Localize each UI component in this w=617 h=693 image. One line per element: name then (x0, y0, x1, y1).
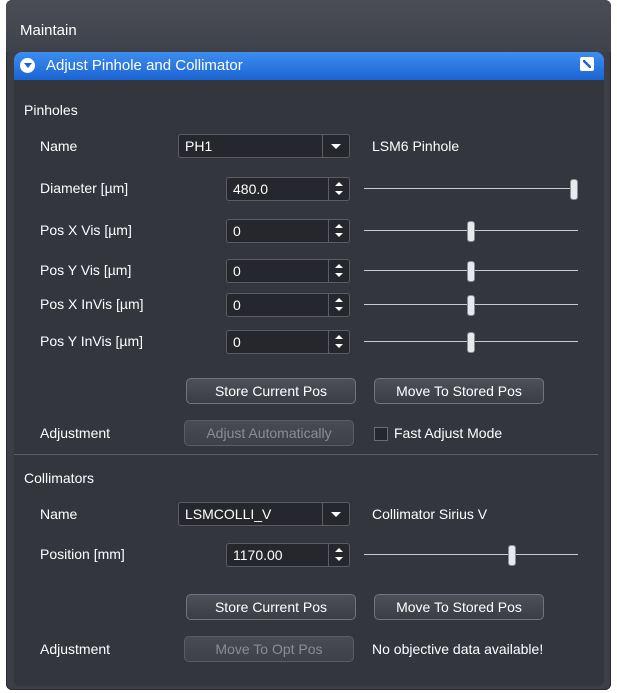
pinhole-adjustment-label: Adjustment (40, 425, 111, 441)
pos-y-vis-value: 0 (233, 263, 241, 279)
position-label: Position [mm] (40, 546, 125, 562)
spin-arrows-icon[interactable] (328, 178, 349, 200)
section-title: Adjust Pinhole and Collimator (46, 57, 243, 74)
slider-handle[interactable] (467, 332, 475, 353)
adjust-automatically-button[interactable]: Adjust Automatically (184, 420, 354, 446)
pos-y-invis-spinbox[interactable]: 0 (226, 330, 350, 354)
collimator-adjustment-label: Adjustment (40, 641, 111, 657)
pos-y-invis-value: 0 (233, 334, 241, 350)
pinhole-name-label: Name (40, 138, 78, 154)
status-message: No objective data available! (372, 641, 544, 657)
pinhole-store-current-pos-button[interactable]: Store Current Pos (186, 378, 356, 404)
diameter-spinbox[interactable]: 480.0 (226, 177, 350, 201)
popout-icon[interactable] (580, 57, 594, 71)
pinhole-name-dropdown[interactable]: PH1 (178, 134, 350, 158)
slider-handle[interactable] (570, 179, 578, 200)
pos-y-vis-label: Pos Y Vis [µm] (40, 262, 132, 278)
slider-handle[interactable] (467, 261, 475, 282)
pos-x-invis-slider[interactable] (364, 294, 578, 316)
collimator-store-current-pos-button[interactable]: Store Current Pos (186, 594, 356, 620)
pos-x-vis-value: 0 (233, 223, 241, 239)
position-value: 1170.00 (233, 547, 283, 563)
pos-x-vis-slider[interactable] (364, 220, 578, 242)
chevron-down-icon (322, 503, 349, 525)
panel-title: Maintain (20, 22, 77, 39)
pos-x-invis-value: 0 (233, 297, 241, 313)
move-to-opt-pos-button[interactable]: Move To Opt Pos (184, 636, 354, 662)
diameter-slider[interactable] (364, 178, 578, 200)
pos-y-invis-label: Pos Y InVis [µm] (40, 333, 144, 349)
slider-handle[interactable] (508, 545, 516, 566)
spin-arrows-icon[interactable] (328, 294, 349, 316)
chevron-down-icon (322, 135, 349, 157)
collimator-name-value: LSMCOLLI_V (185, 506, 272, 522)
pos-y-vis-slider[interactable] (364, 260, 578, 282)
diameter-label: Diameter [µm] (40, 180, 129, 196)
maintain-panel: Maintain Adjust Pinhole and Collimator P… (6, 0, 611, 690)
fast-adjust-label: Fast Adjust Mode (394, 425, 503, 441)
pos-x-vis-label: Pos X Vis [µm] (40, 222, 132, 238)
spin-arrows-icon[interactable] (328, 260, 349, 282)
fast-adjust-checkbox[interactable] (374, 427, 388, 441)
collimator-device-label: Collimator Sirius V (372, 506, 488, 522)
pos-y-invis-slider[interactable] (364, 331, 578, 353)
pinhole-name-value: PH1 (185, 138, 213, 154)
collimators-section-title: Collimators (24, 470, 95, 486)
pinhole-move-to-stored-pos-button[interactable]: Move To Stored Pos (374, 378, 544, 404)
section-divider (14, 454, 598, 455)
adjust-pinhole-collimator-header[interactable]: Adjust Pinhole and Collimator (14, 52, 604, 80)
slider-handle[interactable] (467, 295, 475, 316)
spin-arrows-icon[interactable] (328, 331, 349, 353)
pos-x-invis-spinbox[interactable]: 0 (226, 293, 350, 317)
panel-titlebar: Maintain (6, 0, 611, 52)
tool-content: Pinholes Name PH1 LSM6 Pinhole Diameter … (14, 80, 604, 686)
collimator-name-label: Name (40, 506, 78, 522)
diameter-value: 480.0 (233, 181, 269, 197)
position-spinbox[interactable]: 1170.00 (226, 543, 350, 567)
spin-arrows-icon[interactable] (328, 220, 349, 242)
collimator-move-to-stored-pos-button[interactable]: Move To Stored Pos (374, 594, 544, 620)
pos-y-vis-spinbox[interactable]: 0 (226, 259, 350, 283)
pos-x-vis-spinbox[interactable]: 0 (226, 219, 350, 243)
slider-track (364, 554, 578, 555)
collimator-name-dropdown[interactable]: LSMCOLLI_V (178, 502, 350, 526)
slider-track (364, 188, 578, 189)
slider-handle[interactable] (467, 221, 475, 242)
pinhole-device-label: LSM6 Pinhole (372, 138, 460, 154)
pinholes-section-title: Pinholes (24, 102, 78, 118)
spin-arrows-icon[interactable] (328, 544, 349, 566)
pos-x-invis-label: Pos X InVis [µm] (40, 296, 144, 312)
position-slider[interactable] (364, 544, 578, 566)
collapse-icon[interactable] (20, 58, 35, 73)
